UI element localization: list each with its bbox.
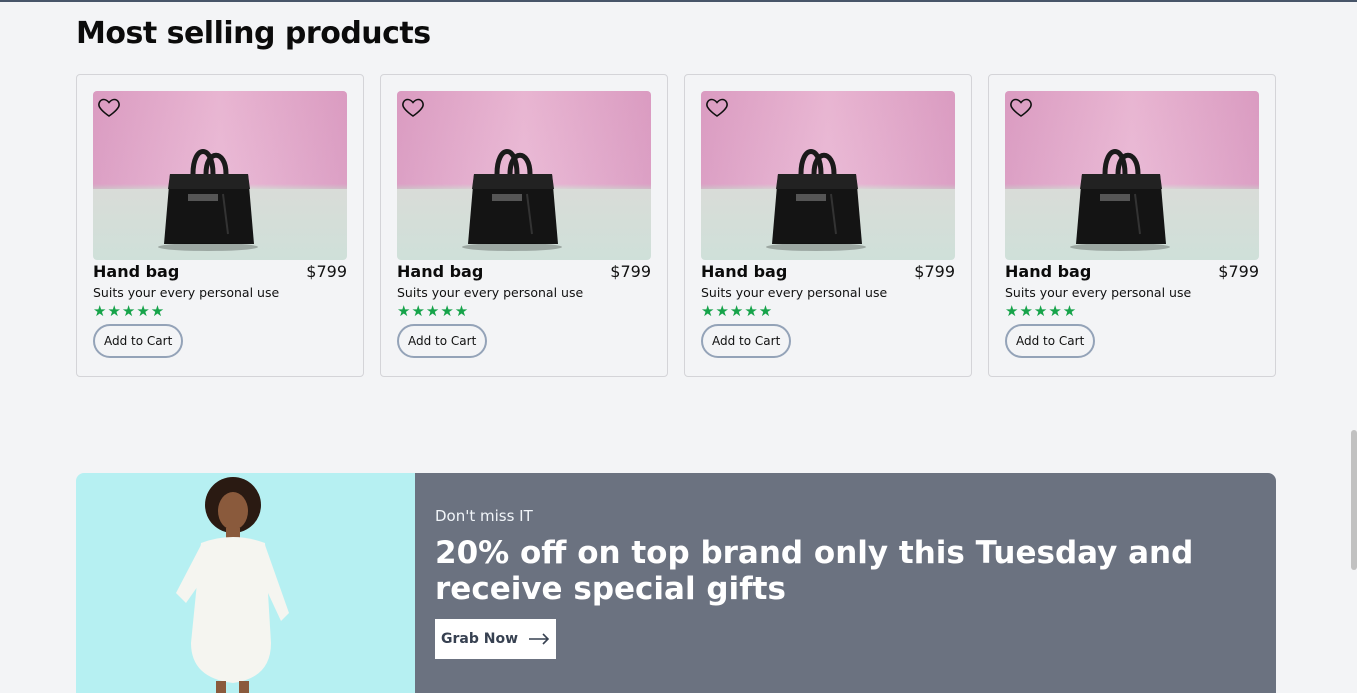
arrow-right-icon — [529, 633, 550, 645]
add-to-cart-button[interactable]: Add to Cart — [93, 324, 184, 358]
banner-headline: 20% off on top brand only this Tuesday a… — [435, 535, 1194, 607]
product-image[interactable] — [93, 91, 347, 260]
handbag-image — [158, 149, 258, 251]
product-description: Suits your every personal use — [1005, 285, 1192, 300]
product-price: $799 — [914, 262, 955, 281]
banner-eyebrow: Don't miss IT — [435, 507, 533, 525]
banner-image — [76, 473, 415, 693]
heart-icon[interactable] — [705, 95, 729, 119]
product-name[interactable]: Hand bag — [93, 262, 179, 281]
grab-now-button[interactable]: Grab Now — [435, 619, 557, 659]
product-card[interactable]: Hand bag $799 Suits your every personal … — [988, 74, 1276, 377]
product-card[interactable]: Hand bag $799 Suits your every personal … — [76, 74, 364, 377]
banner-content: Don't miss IT 20% off on top brand only … — [415, 473, 1276, 693]
product-price: $799 — [610, 262, 651, 281]
add-to-cart-button[interactable]: Add to Cart — [701, 324, 792, 358]
add-to-cart-button[interactable]: Add to Cart — [1005, 324, 1096, 358]
star-rating: ★★★★★ — [701, 302, 774, 320]
product-description: Suits your every personal use — [93, 285, 280, 300]
product-image[interactable] — [1005, 91, 1259, 260]
model-photo — [176, 477, 289, 693]
heart-icon[interactable] — [401, 95, 425, 119]
product-card[interactable]: Hand bag $799 Suits your every personal … — [684, 74, 972, 377]
handbag-image — [1070, 149, 1170, 251]
heart-icon[interactable] — [97, 95, 121, 119]
product-price: $799 — [306, 262, 347, 281]
scrollbar[interactable] — [1351, 430, 1357, 570]
section-title: Most selling products — [76, 16, 431, 51]
top-border — [0, 0, 1357, 2]
product-name[interactable]: Hand bag — [1005, 262, 1091, 281]
heart-icon[interactable] — [1009, 95, 1033, 119]
handbag-image — [766, 149, 866, 251]
product-description: Suits your every personal use — [397, 285, 584, 300]
star-rating: ★★★★★ — [397, 302, 470, 320]
product-name[interactable]: Hand bag — [397, 262, 483, 281]
product-price: $799 — [1218, 262, 1259, 281]
add-to-cart-button[interactable]: Add to Cart — [397, 324, 488, 358]
product-image[interactable] — [701, 91, 955, 260]
star-rating: ★★★★★ — [93, 302, 166, 320]
product-description: Suits your every personal use — [701, 285, 888, 300]
star-rating: ★★★★★ — [1005, 302, 1078, 320]
product-card[interactable]: Hand bag $799 Suits your every personal … — [380, 74, 668, 377]
product-image[interactable] — [397, 91, 651, 260]
handbag-image — [462, 149, 562, 251]
grab-now-label: Grab Now — [441, 631, 519, 647]
product-name[interactable]: Hand bag — [701, 262, 787, 281]
promo-banner: Don't miss IT 20% off on top brand only … — [76, 473, 1276, 693]
product-grid: Hand bag $799 Suits your every personal … — [76, 74, 1276, 377]
